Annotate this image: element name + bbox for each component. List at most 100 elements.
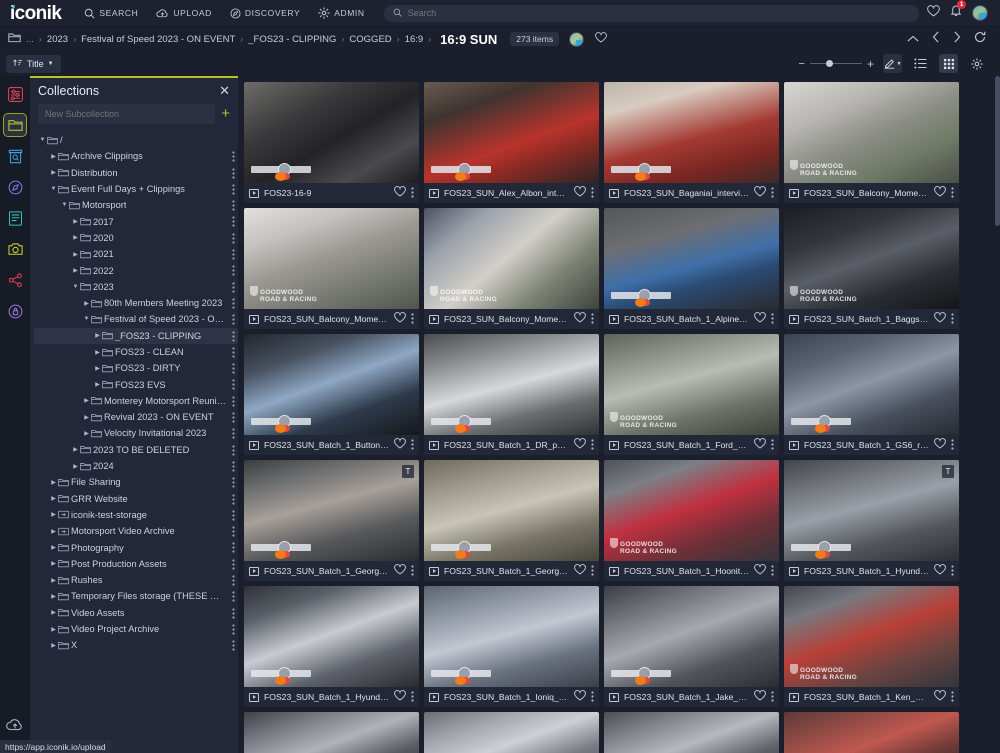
tree-item-menu-icon[interactable] <box>232 510 235 523</box>
chevron-right-icon[interactable]: ▶ <box>49 169 58 176</box>
asset-menu-icon[interactable] <box>771 690 774 704</box>
chevron-right-icon[interactable]: ▶ <box>71 463 80 470</box>
asset-thumbnail[interactable] <box>424 712 599 753</box>
asset-card[interactable]: GOODWOOD ROAD & RACING FOS23_SUN_Balcony_M… <box>784 82 959 203</box>
tree-item[interactable]: ▼ 2023 <box>34 279 238 295</box>
tree-item[interactable]: ▶ _FOS23 - CLIPPING <box>34 327 238 344</box>
permissions-icon[interactable] <box>4 300 26 322</box>
asset-menu-icon[interactable] <box>771 312 774 326</box>
list-view-button[interactable] <box>911 54 930 73</box>
tree-item[interactable]: ▶ Temporary Files storage (THESE WILL BE … <box>34 588 238 604</box>
tree-item-menu-icon[interactable] <box>232 412 235 425</box>
previous-page-icon[interactable] <box>932 30 940 48</box>
favorite-heart-icon[interactable] <box>934 310 946 328</box>
asset-menu-icon[interactable] <box>771 564 774 578</box>
tree-item[interactable]: ▼ / <box>34 132 238 148</box>
asset-thumbnail[interactable] <box>604 586 779 687</box>
asset-menu-icon[interactable] <box>411 186 414 200</box>
asset-card[interactable]: FOS23_SUN_Batch_1_Ioniq_5_… <box>424 586 599 707</box>
tree-item[interactable]: ▶ Video Project Archive <box>34 621 238 637</box>
asset-card[interactable] <box>244 712 419 753</box>
tree-item[interactable]: ▶ 2023 TO BE DELETED <box>34 442 238 458</box>
asset-card[interactable]: GOODWOOD ROAD & RACING FOS23_SUN_Batch_1_B… <box>784 208 959 329</box>
tree-item[interactable]: ▼ Festival of Speed 2023 - ON EVENT <box>34 311 238 327</box>
search-input[interactable] <box>407 8 910 18</box>
asset-thumbnail[interactable] <box>424 82 599 183</box>
grid-view-button[interactable] <box>939 54 958 73</box>
settings-button[interactable] <box>967 54 986 73</box>
nav-discovery[interactable]: DISCOVERY <box>221 0 309 27</box>
favorite-heart-icon[interactable] <box>934 688 946 706</box>
chevron-right-icon[interactable]: ▶ <box>49 577 58 584</box>
chevron-right-icon[interactable]: ▶ <box>82 300 91 307</box>
tree-item[interactable]: ▶ 2020 <box>34 230 238 246</box>
tree-item[interactable]: ▶ File Sharing <box>34 474 238 490</box>
favorite-heart-icon[interactable] <box>574 184 586 202</box>
favorite-heart-icon[interactable] <box>394 436 406 454</box>
asset-thumbnail[interactable] <box>604 208 779 309</box>
tree-item-menu-icon[interactable] <box>232 477 235 490</box>
tree-item-menu-icon[interactable] <box>232 445 235 458</box>
chevron-right-icon[interactable]: ▶ <box>71 218 80 225</box>
tree-item[interactable]: ▶ Archive Clippings <box>34 148 238 164</box>
tree-item-menu-icon[interactable] <box>232 363 235 376</box>
tree-item-menu-icon[interactable] <box>232 591 235 604</box>
chevron-right-icon[interactable]: ▶ <box>49 495 58 502</box>
breadcrumb-item-2[interactable]: Festival of Speed 2023 - ON EVENT <box>81 34 235 45</box>
chevron-right-icon[interactable]: ▶ <box>49 153 58 160</box>
tree-item[interactable]: ▶ 2022 <box>34 262 238 278</box>
tree-item-menu-icon[interactable] <box>232 428 235 441</box>
tree-item[interactable]: ▶ X <box>34 637 238 653</box>
collection-favorite-icon[interactable] <box>595 30 607 48</box>
chevron-right-icon[interactable]: ▶ <box>82 430 91 437</box>
breadcrumb-item-3[interactable]: _FOS23 - CLIPPING <box>248 34 336 45</box>
tree-item-menu-icon[interactable] <box>232 542 235 555</box>
tree-item-menu-icon[interactable] <box>232 282 235 295</box>
tree-item[interactable]: ▶ 2017 <box>34 213 238 229</box>
asset-thumbnail[interactable]: GOODWOOD ROAD & RACING <box>784 586 959 687</box>
tree-item[interactable]: ▶ Distribution <box>34 165 238 181</box>
asset-card[interactable]: GOODWOOD ROAD & RACING FOS23_SUN_Batch_1_F… <box>604 334 779 455</box>
tree-item[interactable]: ▶ Rushes <box>34 572 238 588</box>
asset-thumbnail[interactable] <box>784 712 959 753</box>
chevron-right-icon[interactable]: ▶ <box>49 544 58 551</box>
zoom-in-label[interactable]: + <box>867 57 874 71</box>
chevron-right-icon[interactable]: ▶ <box>93 349 102 356</box>
asset-card[interactable]: FOS23_SUN_Baganiai_interview… <box>604 82 779 203</box>
favorite-heart-icon[interactable] <box>754 688 766 706</box>
user-avatar[interactable] <box>972 5 988 21</box>
tree-item-menu-icon[interactable] <box>232 559 235 572</box>
asset-card[interactable] <box>424 712 599 753</box>
tree-item-menu-icon[interactable] <box>232 379 235 392</box>
asset-menu-icon[interactable] <box>411 438 414 452</box>
asset-thumbnail[interactable] <box>244 712 419 753</box>
sort-button[interactable]: Title ▼ <box>6 54 61 73</box>
tree-item-menu-icon[interactable] <box>232 624 235 637</box>
chevron-right-icon[interactable]: ▶ <box>82 414 91 421</box>
tree-item-menu-icon[interactable] <box>232 493 235 507</box>
tree-item-menu-icon[interactable] <box>232 233 235 246</box>
upload-fab[interactable] <box>5 716 25 736</box>
collections-icon[interactable] <box>3 113 27 137</box>
chevron-right-icon[interactable]: ▶ <box>71 234 80 241</box>
asset-menu-icon[interactable] <box>591 564 594 578</box>
chevron-right-icon[interactable]: ▶ <box>71 267 80 274</box>
chevron-down-icon[interactable]: ▼ <box>71 284 80 290</box>
grid-scrollbar[interactable] <box>995 76 1000 753</box>
asset-card[interactable]: FOS23_SUN_Batch_1_GS6_run_… <box>784 334 959 455</box>
asset-card[interactable] <box>604 712 779 753</box>
asset-card[interactable]: FOS23_SUN_Batch_1_Jake_Hill… <box>604 586 779 707</box>
asset-card[interactable]: FOS23_SUN_Batch_1_George_B… <box>424 460 599 581</box>
favorite-heart-icon[interactable] <box>394 562 406 580</box>
tree-item-menu-icon[interactable] <box>232 184 235 197</box>
breadcrumb-item-4[interactable]: COGGED <box>349 34 391 45</box>
breadcrumb-item-5[interactable]: 16:9 <box>405 34 424 45</box>
share-icon[interactable] <box>4 269 26 291</box>
asset-thumbnail[interactable] <box>424 586 599 687</box>
chevron-right-icon[interactable]: ▶ <box>49 479 58 486</box>
new-subcollection-input[interactable] <box>38 104 216 124</box>
favorite-heart-icon[interactable] <box>754 562 766 580</box>
asset-menu-icon[interactable] <box>411 690 414 704</box>
chevron-right-icon[interactable]: ▶ <box>93 381 102 388</box>
chevron-right-icon[interactable]: ▶ <box>82 397 91 404</box>
